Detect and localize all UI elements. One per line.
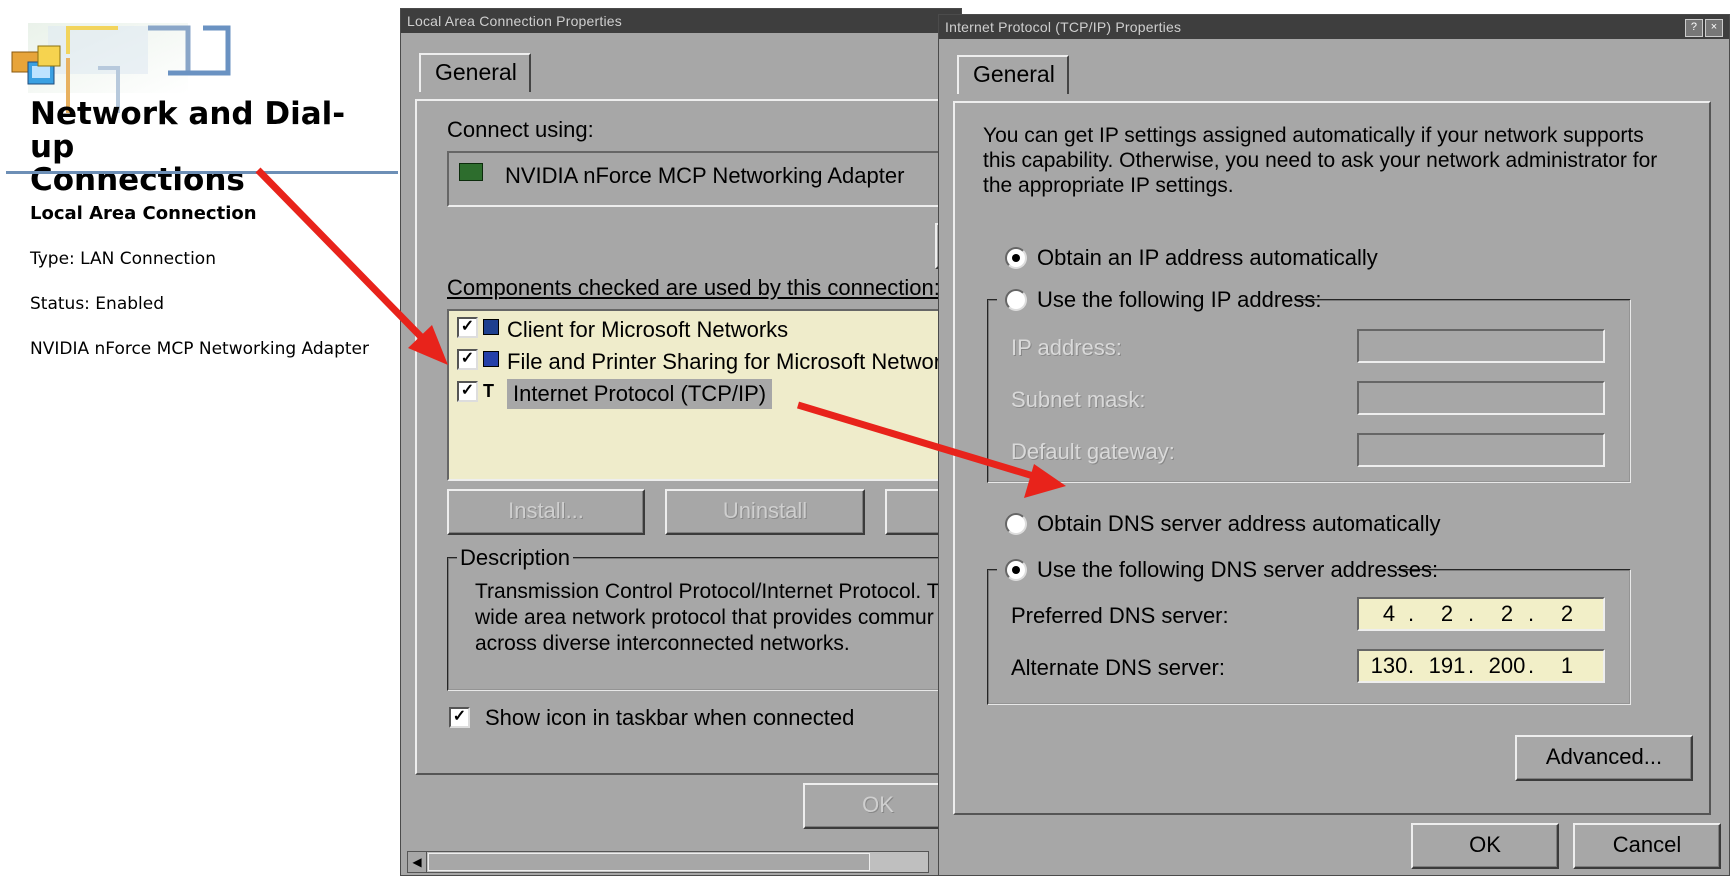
arrow-to-dns-icon bbox=[796, 401, 1066, 498]
arrow-to-components-icon bbox=[255, 167, 448, 365]
annotation-arrows bbox=[255, 167, 1066, 498]
